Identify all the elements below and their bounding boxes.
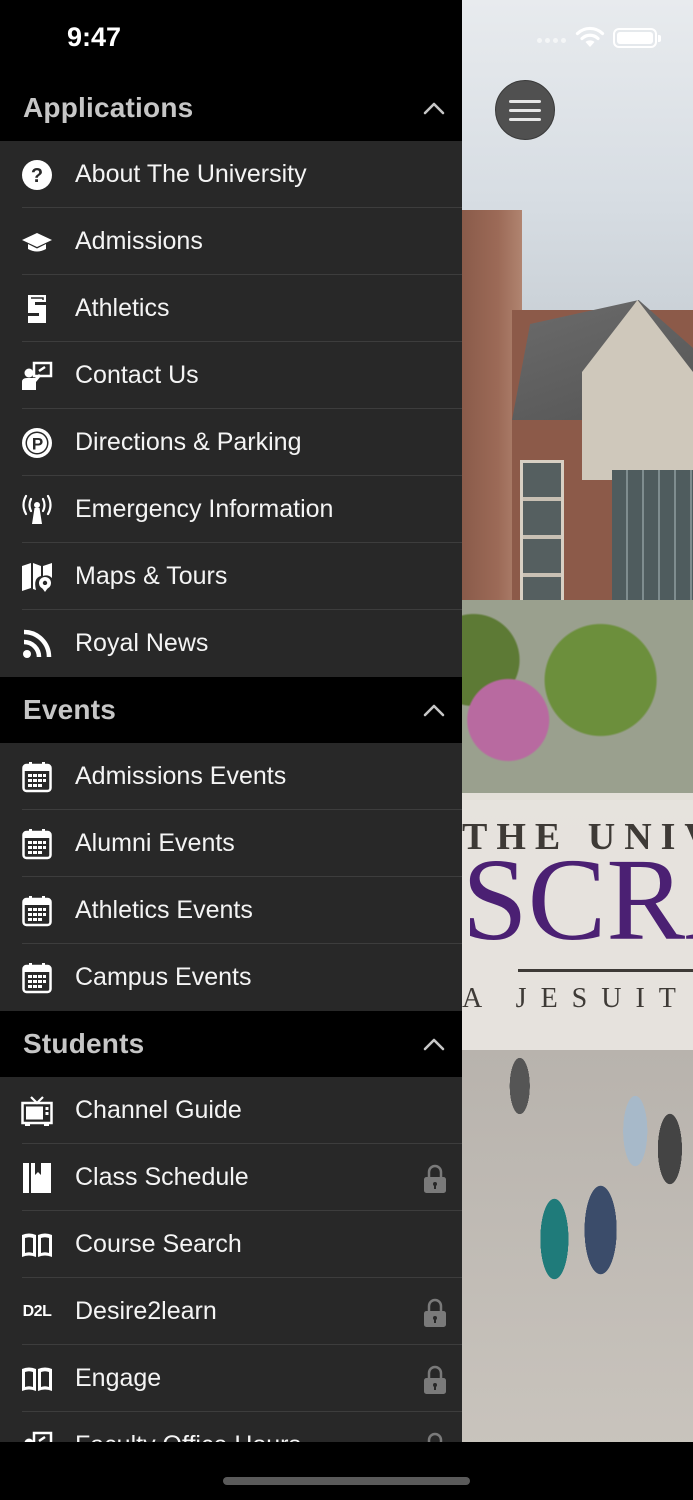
wifi-icon [575, 26, 605, 47]
map-icon [20, 561, 54, 593]
calendar-icon [20, 895, 54, 927]
menu-item-admissions-events[interactable]: Admissions Events [0, 743, 462, 810]
hamburger-line [509, 99, 541, 103]
section-title: Students [23, 1028, 145, 1059]
menu-item-emergency-information[interactable]: Emergency Information [0, 476, 462, 543]
menu-item-label: Channel Guide [75, 1096, 242, 1124]
graduation-cap-icon [20, 226, 54, 258]
calendar-icon [20, 962, 54, 994]
lock-icon [427, 1432, 443, 1442]
lock-icon [424, 1298, 446, 1327]
university-banner: THE UNIVERSITY SCRANTON A JESUIT UNIVERS… [462, 793, 693, 1050]
banner-line-2: SCRANTON [462, 834, 693, 965]
menu-item-label: Engage [75, 1364, 162, 1392]
status-bar: 9:47 [0, 0, 693, 75]
open-book-icon [20, 1229, 54, 1261]
menu-item-label: Admissions Events [75, 762, 287, 790]
open-book-icon [20, 1363, 54, 1395]
section-header-applications[interactable]: Applications [0, 75, 462, 141]
menu-item-label: Contact Us [75, 361, 199, 389]
menu-item-engage[interactable]: Engage [0, 1345, 462, 1412]
menu-item-maps-tours[interactable]: Maps & Tours [0, 543, 462, 610]
menu-item-label: Directions & Parking [75, 428, 302, 456]
home-indicator[interactable] [223, 1477, 470, 1485]
menu-item-label: Faculty Office Hours [75, 1412, 301, 1442]
banner-line-3: A JESUIT UNIVERSITY [462, 983, 693, 1014]
chevron-up-icon[interactable] [422, 96, 446, 120]
cellular-signal-icon [537, 38, 566, 43]
menu-item-label: Desire2learn [75, 1297, 217, 1325]
question-circle-icon: ? [20, 159, 54, 191]
section-header-students[interactable]: Students [0, 1011, 462, 1077]
status-time: 9:47 [67, 22, 122, 52]
menu-item-campus-events[interactable]: Campus Events [0, 944, 462, 1011]
presenter-icon [20, 360, 54, 392]
battery-icon [613, 28, 661, 48]
menu-item-label: Athletics Events [75, 896, 253, 924]
lock-icon [424, 1164, 446, 1193]
menu-item-royal-news[interactable]: Royal News [0, 610, 462, 677]
menu-item-label: Campus Events [75, 963, 252, 991]
menu-item-athletics[interactable]: Athletics [0, 275, 462, 342]
hamburger-menu-button[interactable] [495, 80, 555, 140]
hamburger-line [509, 108, 541, 112]
students-walking [462, 1050, 693, 1500]
menu-item-contact-us[interactable]: Contact Us [0, 342, 462, 409]
menu-item-channel-guide[interactable]: Channel Guide [0, 1077, 462, 1144]
menu-item-athletics-events[interactable]: Athletics Events [0, 877, 462, 944]
lock-icon [424, 1365, 446, 1394]
athletics-logo-icon [20, 293, 54, 325]
menu-item-label: Class Schedule [75, 1163, 249, 1191]
menu-item-desire2learn[interactable]: D2L Desire2learn [0, 1278, 462, 1345]
menu-item-label: Admissions [75, 227, 203, 255]
menu-item-course-search[interactable]: Course Search [0, 1211, 462, 1278]
d2l-icon-text: D2L [22, 1303, 52, 1320]
tv-icon [20, 1095, 54, 1127]
chevron-up-icon[interactable] [422, 698, 446, 722]
trees [462, 600, 693, 800]
menu-item-label: About The University [75, 160, 307, 188]
menu-item-faculty-office-hours[interactable]: Faculty Office Hours [0, 1412, 462, 1442]
menu-item-label: Maps & Tours [75, 562, 228, 590]
navigation-drawer: Applications ? About The University Admi… [0, 75, 462, 1442]
section-title: Applications [23, 92, 194, 123]
building-window [520, 460, 564, 610]
calendar-icon [20, 761, 54, 793]
home-bar-area [0, 1442, 693, 1500]
menu-item-about-the-university[interactable]: ? About The University [0, 141, 462, 208]
campus-background-image: THE UNIVERSITY SCRANTON A JESUIT UNIVERS… [462, 0, 693, 1500]
rss-icon [20, 628, 54, 660]
menu-item-label: Athletics [75, 294, 170, 322]
section-header-events[interactable]: Events [0, 677, 462, 743]
chevron-up-icon[interactable] [422, 1032, 446, 1056]
hamburger-line [509, 117, 541, 121]
schedule-book-icon [20, 1162, 54, 1194]
svg-text:P: P [32, 435, 43, 454]
menu-item-admissions[interactable]: Admissions [0, 208, 462, 275]
broadcast-tower-icon [20, 494, 54, 526]
menu-item-label: Alumni Events [75, 829, 235, 857]
menu-item-class-schedule[interactable]: Class Schedule [0, 1144, 462, 1211]
menu-item-label: Royal News [75, 629, 209, 657]
section-title: Events [23, 694, 117, 725]
menu-item-alumni-events[interactable]: Alumni Events [0, 810, 462, 877]
banner-rule [518, 969, 693, 972]
menu-item-label: Emergency Information [75, 495, 334, 523]
parking-icon: P [20, 427, 54, 459]
menu-item-directions-parking[interactable]: P Directions & Parking [0, 409, 462, 476]
svg-text:?: ? [31, 165, 43, 187]
presenter-icon [20, 1430, 54, 1442]
menu-item-label: Course Search [75, 1230, 242, 1258]
d2l-icon: D2L [20, 1296, 54, 1328]
calendar-icon [20, 828, 54, 860]
